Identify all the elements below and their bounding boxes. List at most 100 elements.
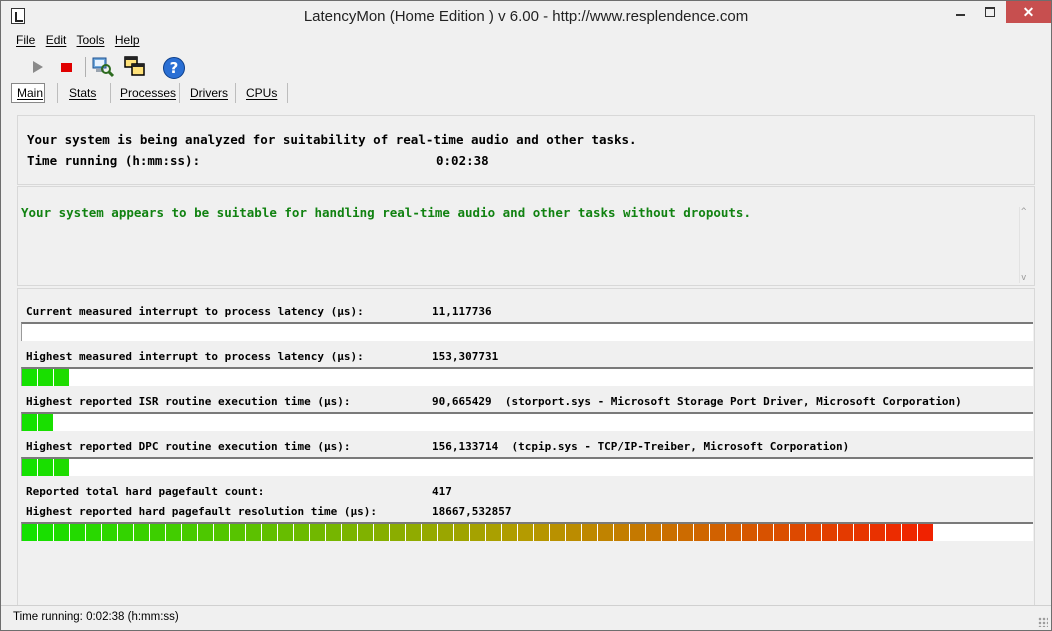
tab-processes-label: Processes xyxy=(120,86,177,100)
bar-segment xyxy=(310,524,325,541)
bar-segment xyxy=(406,524,421,541)
conclusion-panel[interactable]: Your system appears to be suitable for h… xyxy=(17,186,1035,286)
tab-cpus-label: CPUs xyxy=(246,86,278,100)
bar-segment xyxy=(630,524,645,541)
bar-segment xyxy=(358,524,373,541)
bar-segment xyxy=(118,524,133,541)
bar-segment xyxy=(230,524,245,541)
bar-segment xyxy=(262,524,277,541)
bar-segment xyxy=(54,459,69,476)
tab-cpus[interactable]: CPUs xyxy=(246,86,277,104)
bar-segment xyxy=(534,524,549,541)
bar-segment xyxy=(278,524,293,541)
menu-tools[interactable]: Tools xyxy=(77,33,105,47)
bar-segment xyxy=(774,524,789,541)
bar-segment xyxy=(422,524,437,541)
maximize-button[interactable] xyxy=(976,1,1004,23)
menu-edit[interactable]: Edit xyxy=(46,33,67,47)
menu-help[interactable]: Help xyxy=(115,33,140,47)
metric-label-highest-latency: Highest measured interrupt to process la… xyxy=(26,350,364,363)
resize-grip-icon[interactable] xyxy=(1038,617,1048,627)
bar-segment xyxy=(822,524,837,541)
bar-segment xyxy=(54,369,69,386)
bar-segment xyxy=(726,524,741,541)
bar-segment xyxy=(486,524,501,541)
metric-value-current-latency: 11,117736 xyxy=(432,305,492,318)
bar-segment xyxy=(806,524,821,541)
bar-segment xyxy=(598,524,613,541)
close-button[interactable]: ✕ xyxy=(1006,1,1051,23)
windows-icon[interactable] xyxy=(123,55,147,79)
bar-segment xyxy=(38,414,53,431)
bar-segment xyxy=(22,524,37,541)
tab-stats-label: Stats xyxy=(69,86,97,100)
conclusion-scrollbar[interactable]: ^ v xyxy=(1019,207,1031,283)
tab-stats[interactable]: Stats xyxy=(69,86,96,104)
bar-segment xyxy=(758,524,773,541)
bar-segment xyxy=(54,524,69,541)
bar-segment xyxy=(854,524,869,541)
tab-divider xyxy=(57,83,58,103)
menu-file[interactable]: File xyxy=(16,33,35,47)
help-glyph: ? xyxy=(163,57,185,79)
bar-segment xyxy=(182,524,197,541)
bar-segment xyxy=(134,524,149,541)
bar-segment xyxy=(38,524,53,541)
bar-segment xyxy=(502,524,517,541)
bar-segment xyxy=(38,459,53,476)
bar-segments xyxy=(22,414,53,431)
bar-segment xyxy=(390,524,405,541)
tab-drivers[interactable]: Drivers xyxy=(190,86,228,104)
bar-segment xyxy=(246,524,261,541)
bar-segment xyxy=(22,414,37,431)
toolbar-separator xyxy=(85,57,86,77)
status-bar: Time running: 0:02:38 (h:mm:ss) xyxy=(1,605,1051,630)
bar-segment xyxy=(870,524,885,541)
metric-label-pagefault-count: Reported total hard pagefault count: xyxy=(26,485,265,498)
bar-segment xyxy=(742,524,757,541)
analysis-status-text: Your system is being analyzed for suitab… xyxy=(27,132,637,147)
bar-segment xyxy=(38,369,53,386)
bar-segment xyxy=(678,524,693,541)
tab-divider xyxy=(110,83,111,103)
bar-segment xyxy=(86,524,101,541)
metric-label-dpc: Highest reported DPC routine execution t… xyxy=(26,440,351,453)
tab-main[interactable]: Main xyxy=(11,83,45,103)
magnify-icon[interactable] xyxy=(91,55,115,79)
tab-drivers-label: Drivers xyxy=(190,86,228,100)
conclusion-message: Your system appears to be suitable for h… xyxy=(21,205,751,220)
bar-segment xyxy=(294,524,309,541)
scroll-down-icon[interactable]: v xyxy=(1021,273,1026,283)
metric-label-isr: Highest reported ISR routine execution t… xyxy=(26,395,351,408)
bar-segment xyxy=(374,524,389,541)
bar-segment xyxy=(198,524,213,541)
tab-processes[interactable]: Processes xyxy=(120,86,176,104)
dpc-bar xyxy=(21,457,1033,476)
time-running-label: Time running (h:mm:ss): xyxy=(27,153,201,168)
bar-segment xyxy=(166,524,181,541)
bar-segment xyxy=(438,524,453,541)
bar-segment xyxy=(22,369,37,386)
tab-main-label: Main xyxy=(17,86,44,100)
metric-label-current-latency: Current measured interrupt to process la… xyxy=(26,305,364,318)
window-title: LatencyMon (Home Edition ) v 6.00 - http… xyxy=(303,8,749,25)
stop-icon[interactable] xyxy=(54,55,78,79)
tab-divider xyxy=(235,83,236,103)
bar-segment xyxy=(918,524,933,541)
help-icon[interactable]: ? xyxy=(161,55,185,79)
bar-segments xyxy=(22,324,1032,341)
play-icon[interactable] xyxy=(26,55,50,79)
isr-bar xyxy=(21,412,1033,431)
bar-segment xyxy=(902,524,917,541)
title-bar[interactable]: LatencyMon (Home Edition ) v 6.00 - http… xyxy=(1,1,1051,32)
scroll-up-icon[interactable]: ^ xyxy=(1021,207,1026,217)
time-running-value: 0:02:38 xyxy=(436,153,489,168)
metric-value-isr: 90,665429 (storport.sys - Microsoft Stor… xyxy=(432,395,962,408)
metric-value-dpc: 156,133714 (tcpip.sys - TCP/IP-Treiber, … xyxy=(432,440,850,453)
bar-segment xyxy=(614,524,629,541)
bar-segment xyxy=(662,524,677,541)
bar-segment xyxy=(214,524,229,541)
bar-segment xyxy=(646,524,661,541)
bar-segment xyxy=(566,524,581,541)
minimize-button[interactable] xyxy=(946,1,974,23)
